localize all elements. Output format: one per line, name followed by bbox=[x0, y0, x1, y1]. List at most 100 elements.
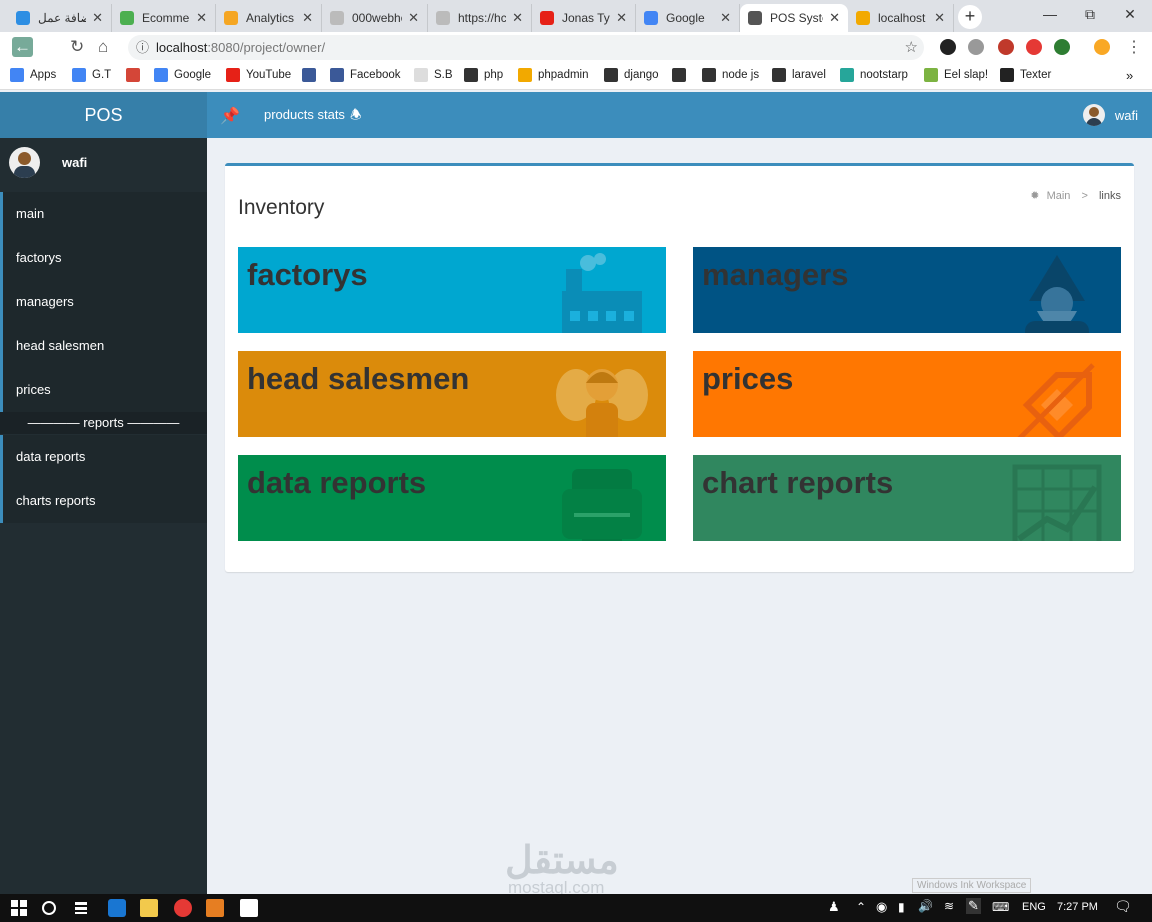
cortana-icon[interactable] bbox=[40, 899, 58, 917]
bookmark-item[interactable]: YouTube bbox=[226, 68, 291, 82]
home-icon[interactable]: ⌂ bbox=[98, 37, 108, 57]
tab-close-icon[interactable]: ✕ bbox=[720, 10, 731, 26]
tab-close-icon[interactable]: ✕ bbox=[408, 10, 419, 26]
sidebar-item-factorys[interactable]: factorys bbox=[0, 236, 207, 280]
sidebar-item-main[interactable]: main bbox=[0, 192, 207, 236]
breadcrumb-home[interactable]: Main bbox=[1047, 190, 1071, 202]
tile-head-salesmen[interactable]: head salesmen bbox=[238, 351, 666, 437]
browser-tab[interactable]: إضافة عمل ✕ bbox=[8, 4, 112, 32]
bookmark-item[interactable]: laravel bbox=[772, 68, 826, 82]
bell-icon[interactable]: 🕭 bbox=[350, 106, 362, 128]
bookmark-item[interactable]: S.B bbox=[414, 68, 453, 82]
record-icon[interactable]: ◉ bbox=[876, 899, 887, 915]
bookmark-item[interactable] bbox=[302, 68, 322, 82]
battery-icon[interactable]: ▮ bbox=[898, 900, 905, 914]
bookmark-icon bbox=[226, 68, 240, 82]
keyboard-icon[interactable]: ⌨ bbox=[992, 900, 1009, 914]
moon-extension-icon[interactable] bbox=[940, 39, 956, 55]
back-icon[interactable]: ← bbox=[12, 37, 33, 57]
restore-button[interactable]: ⧉ bbox=[1070, 6, 1110, 23]
reload-icon[interactable]: ↻ bbox=[70, 37, 84, 57]
bookmark-item[interactable]: Apps bbox=[10, 68, 56, 82]
products-stats-link[interactable]: products stats bbox=[264, 107, 345, 122]
tab-close-icon[interactable]: ✕ bbox=[196, 10, 207, 26]
bookmark-item[interactable]: node js bbox=[702, 68, 759, 82]
sidebar-item-charts-reports[interactable]: charts reports bbox=[0, 479, 207, 523]
pen-icon[interactable]: ✎ bbox=[966, 898, 981, 914]
tab-favicon bbox=[224, 11, 238, 25]
bookmark-item[interactable]: Eel slap! bbox=[924, 68, 988, 82]
bookmark-item[interactable] bbox=[672, 68, 692, 82]
address-bar[interactable]: ⓘ localhost:8080/project/owner/ ☆ bbox=[128, 35, 924, 60]
browser-tab[interactable]: Ecommerce ✕ bbox=[112, 4, 216, 32]
tile-managers[interactable]: managers bbox=[693, 247, 1121, 333]
browser-tab[interactable]: Google ✕ bbox=[636, 4, 740, 32]
browser-tab[interactable]: Analytics ✕ bbox=[216, 4, 322, 32]
people-icon[interactable]: ♟ bbox=[828, 899, 840, 915]
chrome-icon[interactable] bbox=[174, 899, 192, 917]
new-tab-button[interactable]: + bbox=[958, 5, 982, 29]
wifi-icon[interactable]: ≋ bbox=[944, 899, 954, 913]
sidebar-item-data-reports[interactable]: data reports bbox=[0, 435, 207, 479]
browser-tab[interactable]: localhost ✕ bbox=[848, 4, 954, 32]
bookmark-item[interactable]: php bbox=[464, 68, 503, 82]
tab-close-icon[interactable]: ✕ bbox=[829, 10, 840, 26]
bookmark-item[interactable]: G.T bbox=[72, 68, 111, 82]
minimize-button[interactable]: — bbox=[1030, 6, 1070, 22]
more-bookmarks-icon[interactable]: » bbox=[1126, 68, 1133, 83]
info-icon[interactable]: ⓘ bbox=[136, 35, 149, 60]
bookmark-item[interactable]: nootstarp bbox=[840, 68, 908, 82]
bookmark-icon bbox=[772, 68, 786, 82]
tab-close-icon[interactable]: ✕ bbox=[512, 10, 523, 26]
pin-icon[interactable]: 📌 bbox=[220, 106, 240, 126]
tab-close-icon[interactable]: ✕ bbox=[616, 10, 627, 26]
windows-start-icon[interactable] bbox=[10, 899, 28, 917]
browser-tab[interactable]: 000webhost ✕ bbox=[322, 4, 428, 32]
sidebar-item-head-salesmen[interactable]: head salesmen bbox=[0, 324, 207, 368]
tab-close-icon[interactable]: ✕ bbox=[92, 10, 103, 26]
browser-tab[interactable]: https://hc ✕ bbox=[428, 4, 532, 32]
page-title: Inventory bbox=[238, 196, 325, 219]
menu-dots-icon[interactable]: ⋮ bbox=[1126, 37, 1142, 57]
bookmark-item[interactable]: Google bbox=[154, 68, 211, 82]
sublime-icon[interactable] bbox=[206, 899, 224, 917]
bookmark-item[interactable] bbox=[126, 68, 146, 82]
app-logo[interactable]: POS bbox=[0, 92, 207, 138]
user-menu[interactable]: wafi bbox=[1082, 104, 1138, 126]
tile-prices[interactable]: prices bbox=[693, 351, 1121, 437]
bookmarks-bar: Apps G.T Google YouTube Facebook S.B php phpadm… bbox=[0, 62, 1152, 90]
bookmark-item[interactable]: Facebook bbox=[330, 68, 401, 82]
sidebar-item-managers[interactable]: managers bbox=[0, 280, 207, 324]
bookmark-icon bbox=[672, 68, 686, 82]
extension-icon[interactable] bbox=[968, 39, 984, 55]
tile-factorys[interactable]: factorys bbox=[238, 247, 666, 333]
notifications-icon[interactable]: 🗨 bbox=[1114, 898, 1132, 915]
adblock-icon[interactable] bbox=[1026, 39, 1042, 55]
tile-chart-reports[interactable]: chart reports bbox=[693, 455, 1121, 541]
photos-icon[interactable] bbox=[240, 899, 258, 917]
file-explorer-icon[interactable] bbox=[140, 899, 158, 917]
globe-extension-icon[interactable] bbox=[1054, 39, 1070, 55]
tile-data-reports[interactable]: data reports bbox=[238, 455, 666, 541]
tab-close-icon[interactable]: ✕ bbox=[302, 10, 313, 26]
bookmark-item[interactable]: Texter bbox=[1000, 68, 1051, 82]
volume-icon[interactable]: 🔊 bbox=[918, 899, 933, 913]
language-indicator[interactable]: ENG bbox=[1022, 901, 1046, 913]
profile-avatar[interactable] bbox=[1094, 39, 1110, 55]
sidebar-item-prices[interactable]: prices bbox=[0, 368, 207, 412]
bookmark-star-icon[interactable]: ☆ bbox=[905, 35, 918, 60]
tab-close-icon[interactable]: ✕ bbox=[934, 10, 945, 26]
close-window-button[interactable]: ✕ bbox=[1110, 6, 1150, 23]
bookmark-item[interactable]: phpadmin bbox=[518, 68, 589, 82]
browser-tab[interactable]: POS Syste ✕ bbox=[740, 4, 848, 32]
edge-icon[interactable] bbox=[108, 899, 126, 917]
bookmark-label: Google bbox=[174, 69, 212, 81]
stop-extension-icon[interactable] bbox=[998, 39, 1014, 55]
url-host: localhost bbox=[156, 40, 208, 55]
clock[interactable]: 7:27 PM bbox=[1057, 901, 1098, 913]
task-view-icon[interactable] bbox=[72, 899, 90, 917]
bookmark-label: nootstarp bbox=[860, 69, 908, 81]
bookmark-item[interactable]: django bbox=[604, 68, 659, 82]
browser-tab[interactable]: Jonas Tyr ✕ bbox=[532, 4, 636, 32]
tray-chevron-icon[interactable]: ⌃ bbox=[856, 900, 866, 914]
